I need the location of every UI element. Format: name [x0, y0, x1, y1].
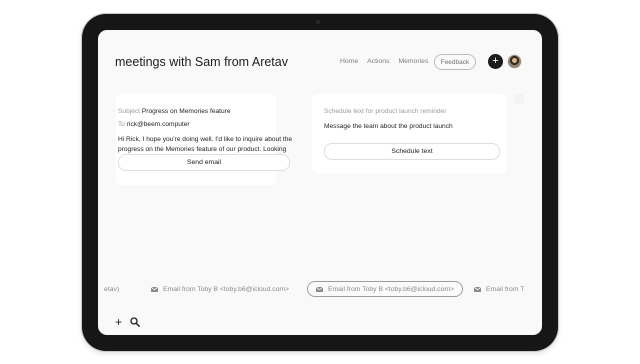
top-nav: Home Actions Memories: [340, 58, 428, 65]
next-card-peek: [514, 94, 524, 104]
nav-memories[interactable]: Memories: [398, 58, 428, 65]
plus-icon: +: [492, 55, 499, 67]
to-label: To: [118, 121, 125, 128]
email-to-row: To rick@beem.computer: [118, 121, 190, 128]
strip-item-clipped[interactable]: etav): [104, 281, 119, 297]
email-to: rick@beem.computer: [126, 121, 190, 128]
strip-item-label: etav): [104, 285, 120, 293]
search-icon[interactable]: [130, 317, 140, 327]
schedule-text-button[interactable]: Schedule text: [324, 143, 500, 160]
memory-strip: etav) Email from Toby B <toby.b6@icloud.…: [98, 280, 542, 300]
add-button[interactable]: +: [488, 54, 503, 69]
email-draft-card: Subject Progress on Memories feature To …: [116, 94, 292, 185]
schedule-card-body: Message the team about the product launc…: [324, 123, 453, 130]
mail-icon: [316, 286, 323, 292]
schedule-text-card: Schedule text for product launch reminde…: [312, 94, 507, 173]
nav-actions[interactable]: Actions: [367, 58, 389, 65]
send-email-button[interactable]: Send email: [118, 154, 290, 171]
feedback-button[interactable]: Feedback: [434, 54, 476, 70]
email-subject: Progress on Memories feature: [141, 108, 231, 115]
strip-item-label: Email from T: [486, 285, 525, 293]
email-subject-row: Subject Progress on Memories feature: [118, 108, 231, 115]
bottom-add-button[interactable]: +: [115, 316, 122, 328]
strip-item-email[interactable]: Email from Toby B <toby.b6@icloud.com>: [151, 281, 289, 297]
strip-item-label: Email from Toby B <toby.b6@icloud.com>: [163, 285, 290, 293]
camera-dot: [316, 20, 320, 24]
mail-icon: [474, 286, 481, 292]
schedule-card-title: Schedule text for product launch reminde…: [324, 108, 447, 115]
avatar[interactable]: [507, 54, 522, 69]
page-title: meetings with Sam from Aretav: [115, 55, 288, 69]
strip-item-email-selected[interactable]: Email from Toby B <toby.b6@icloud.com>: [307, 281, 463, 297]
mail-icon: [151, 286, 158, 292]
strip-item-email-clipped[interactable]: Email from T: [474, 281, 524, 297]
nav-home[interactable]: Home: [340, 58, 358, 65]
subject-label: Subject: [118, 108, 140, 115]
strip-item-label: Email from Toby B <toby.b6@icloud.com>: [327, 285, 454, 293]
app-screen: meetings with Sam from Aretav Home Actio…: [98, 30, 542, 335]
tablet-frame: meetings with Sam from Aretav Home Actio…: [82, 14, 558, 351]
